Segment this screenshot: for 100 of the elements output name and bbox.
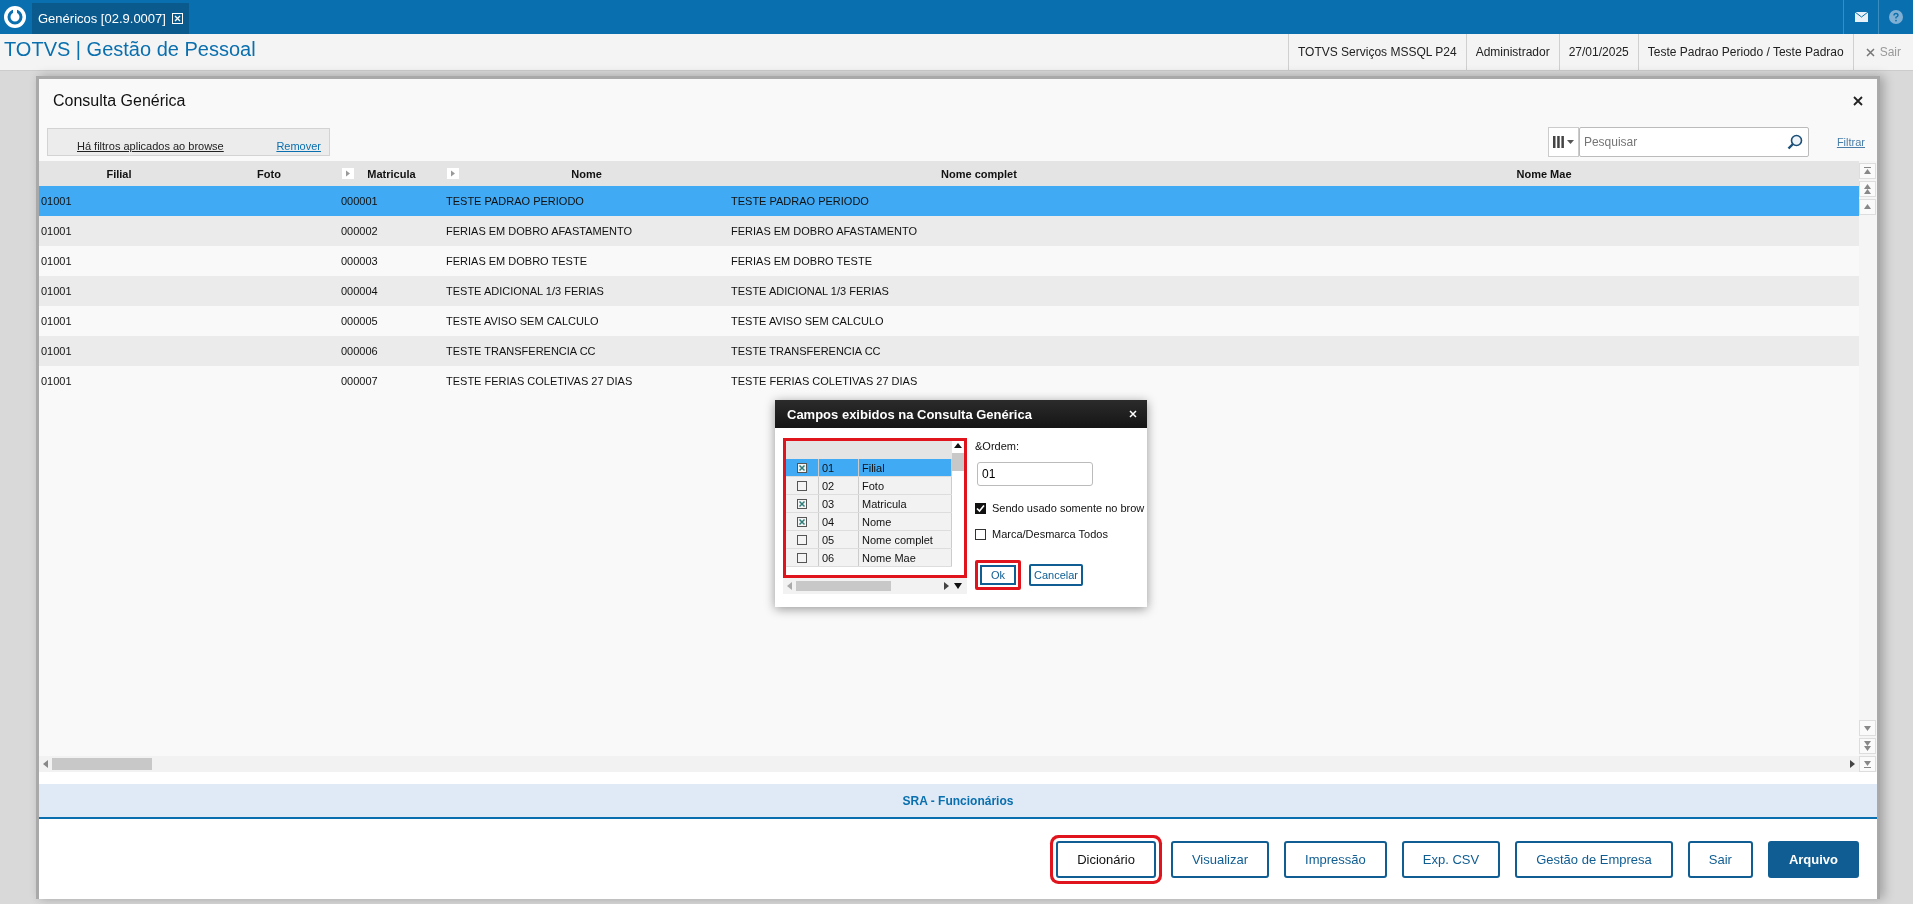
table-cell-text: 000001 — [340, 195, 379, 207]
list-cell: 04 — [819, 513, 859, 530]
checkbox-label: Marca/Desmarca Todos — [992, 528, 1108, 540]
mail-icon[interactable] — [1854, 12, 1868, 22]
column-header[interactable]: Matricula — [339, 161, 444, 186]
table-cell-text: 01001 — [40, 285, 73, 297]
checkbox[interactable] — [975, 528, 986, 540]
list-horizontal-scrollbar[interactable] — [783, 578, 967, 594]
app-tab[interactable]: Genéricos [02.9.0007] — [32, 3, 189, 34]
action-button[interactable]: Visualizar — [1170, 840, 1270, 878]
table-cell-text: 01001 — [40, 225, 73, 237]
table-cell-text: TESTE PADRAO PERIODO — [445, 195, 585, 207]
table-cell-text: TESTE ADICIONAL 1/3 FERIAS — [445, 285, 605, 297]
table-cell-text: FERIAS EM DOBRO TESTE — [730, 255, 873, 267]
table-cell-text: FERIAS EM DOBRO AFASTAMENTO — [730, 225, 918, 237]
table-cell-text: TESTE FERIAS COLETIVAS 27 DIAS — [445, 375, 634, 387]
app-title: TOTVS | Gestão de Pessoal — [3, 37, 257, 62]
list-row[interactable]: 06 Nome Mae — [786, 549, 952, 567]
session-info: TOTVS Serviços MSSQL P24 — [1287, 34, 1466, 70]
action-button[interactable]: Sair — [1687, 840, 1753, 878]
primary-button[interactable]: Arquivo — [1767, 840, 1859, 878]
table-cell-text: 01001 — [40, 375, 73, 387]
scroll-top-icon[interactable] — [1859, 163, 1876, 179]
table-name-bar: SRA - Funcionários — [39, 784, 1877, 819]
remove-link[interactable]: Remover — [276, 140, 321, 152]
page-up-icon[interactable] — [1859, 181, 1876, 197]
list-row[interactable]: 03 Matricula — [786, 495, 952, 513]
logo-icon — [3, 5, 27, 29]
list-cell: 03 — [819, 495, 859, 512]
list-cell: 01 — [819, 459, 859, 476]
sort-icon — [447, 168, 459, 179]
column-header[interactable]: Foto — [199, 161, 339, 186]
selected-list-row[interactable]: 01 Filial — [786, 459, 952, 477]
table-row[interactable]: 01001 000004 TESTE ADICIONAL 1/3 FERIAS TESTE ADICIONAL 1/3 FERIAS — [39, 276, 1859, 306]
session-info: Administrador — [1465, 34, 1559, 70]
session-info: Teste Padrao Periodo / Teste Padrao — [1637, 34, 1853, 70]
arrow-right-icon — [944, 582, 949, 590]
table-row[interactable]: 01001 000005 TESTE AVISO SEM CALCULO TESTE AVISO SEM CALCULO — [39, 306, 1859, 336]
window-title: Consulta Genérica — [53, 92, 187, 110]
column-header[interactable]: Filial — [39, 161, 199, 186]
checkbox[interactable] — [797, 534, 807, 545]
table-cell-text: TESTE TRANSFERENCIA CC — [445, 345, 597, 357]
list-row[interactable]: 05 Nome complet — [786, 531, 952, 549]
filter-link[interactable]: Filtrar — [1836, 136, 1865, 148]
scroll-bottom-icon[interactable] — [1859, 756, 1876, 772]
checkbox[interactable] — [797, 480, 807, 491]
checkbox[interactable] — [797, 498, 807, 509]
columns-button[interactable] — [1547, 127, 1579, 157]
table-cell-text: 000007 — [340, 375, 379, 387]
dialog-button[interactable]: Ok — [975, 560, 1021, 590]
action-button[interactable]: Impressão — [1284, 840, 1387, 878]
columns-icon — [1552, 136, 1564, 148]
selected-row[interactable]: 01001 000001 TESTE PADRAO PERIODO TESTE PADRAO PERIODO — [39, 186, 1859, 216]
table-cell-text: 000005 — [340, 315, 379, 327]
arrow-down-icon[interactable] — [1859, 720, 1876, 736]
page-down-icon[interactable] — [1859, 738, 1876, 754]
column-header[interactable]: Nome Mae — [1229, 161, 1859, 186]
list-cell: 02 — [819, 477, 859, 494]
table-row[interactable]: 01001 000006 TESTE TRANSFERENCIA CC TESTE TRANSFERENCIA CC — [39, 336, 1859, 366]
list-row[interactable]: 04 Nome — [786, 513, 952, 531]
checkbox[interactable] — [797, 552, 807, 563]
close-icon[interactable] — [1853, 96, 1863, 106]
checkbox[interactable] — [797, 516, 807, 527]
arrow-right-icon — [1850, 760, 1855, 768]
arrow-down-icon — [953, 582, 963, 590]
table-cell-text: TESTE AVISO SEM CALCULO — [730, 315, 885, 327]
dialog-button[interactable]: Cancelar — [1029, 564, 1084, 586]
scroll-thumb[interactable] — [952, 453, 964, 471]
horizontal-scrollbar[interactable] — [39, 756, 1859, 772]
table-row[interactable]: 01001 000003 FERIAS EM DOBRO TESTE FERIAS EM DOBRO TESTE — [39, 246, 1859, 276]
arrow-left-icon — [43, 760, 48, 768]
table-cell-text: TESTE ADICIONAL 1/3 FERIAS — [730, 285, 890, 297]
sort-icon — [342, 168, 354, 179]
column-header[interactable]: Nome — [444, 161, 729, 186]
arrow-up-icon[interactable] — [952, 441, 964, 451]
arrow-left-icon — [787, 582, 792, 590]
checkbox[interactable] — [797, 462, 807, 473]
table-row[interactable]: 01001 000002 FERIAS EM DOBRO AFASTAMENTO FERIAS EM DOBRO AFASTAMENTO — [39, 216, 1859, 246]
table-cell-text: 01001 — [40, 315, 73, 327]
table-cell-text: 01001 — [40, 195, 73, 207]
dialog-title: Campos exibidos na Consulta Genérica — [787, 406, 1033, 422]
list-row[interactable]: 02 Foto — [786, 477, 952, 495]
checkbox-label: Sendo usado somente no brow — [992, 502, 1145, 514]
column-header[interactable]: Nome complet — [729, 161, 1229, 186]
order-field[interactable]: 01 — [977, 462, 1093, 486]
table-row[interactable]: 01001 000007 TESTE FERIAS COLETIVAS 27 DIAS TESTE FERIAS COLETIVAS 27 DIAS — [39, 366, 1859, 396]
table-cell-text: FERIAS EM DOBRO TESTE — [445, 255, 588, 267]
caret-icon — [1566, 140, 1574, 144]
table-cell-text: FERIAS EM DOBRO AFASTAMENTO — [445, 225, 633, 237]
table-cell-text: TESTE AVISO SEM CALCULO — [445, 315, 600, 327]
table-cell-text: TESTE PADRAO PERIODO — [730, 195, 870, 207]
search-field[interactable]: Pesquisar — [1578, 127, 1809, 157]
search-icon[interactable] — [1786, 134, 1803, 150]
action-button[interactable]: Gestão de Empresa — [1515, 840, 1673, 878]
checkbox[interactable] — [975, 502, 986, 514]
table-cell-text: 000002 — [340, 225, 379, 237]
action-button[interactable]: Exp. CSV — [1401, 840, 1501, 878]
list-cell: 06 — [819, 549, 859, 566]
list-cell: 05 — [819, 531, 859, 548]
field-list[interactable]: 01 Filial 02 Foto 03 Matricula 04 Nome 05 Nome complet 06 Nome Mae — [783, 438, 967, 578]
